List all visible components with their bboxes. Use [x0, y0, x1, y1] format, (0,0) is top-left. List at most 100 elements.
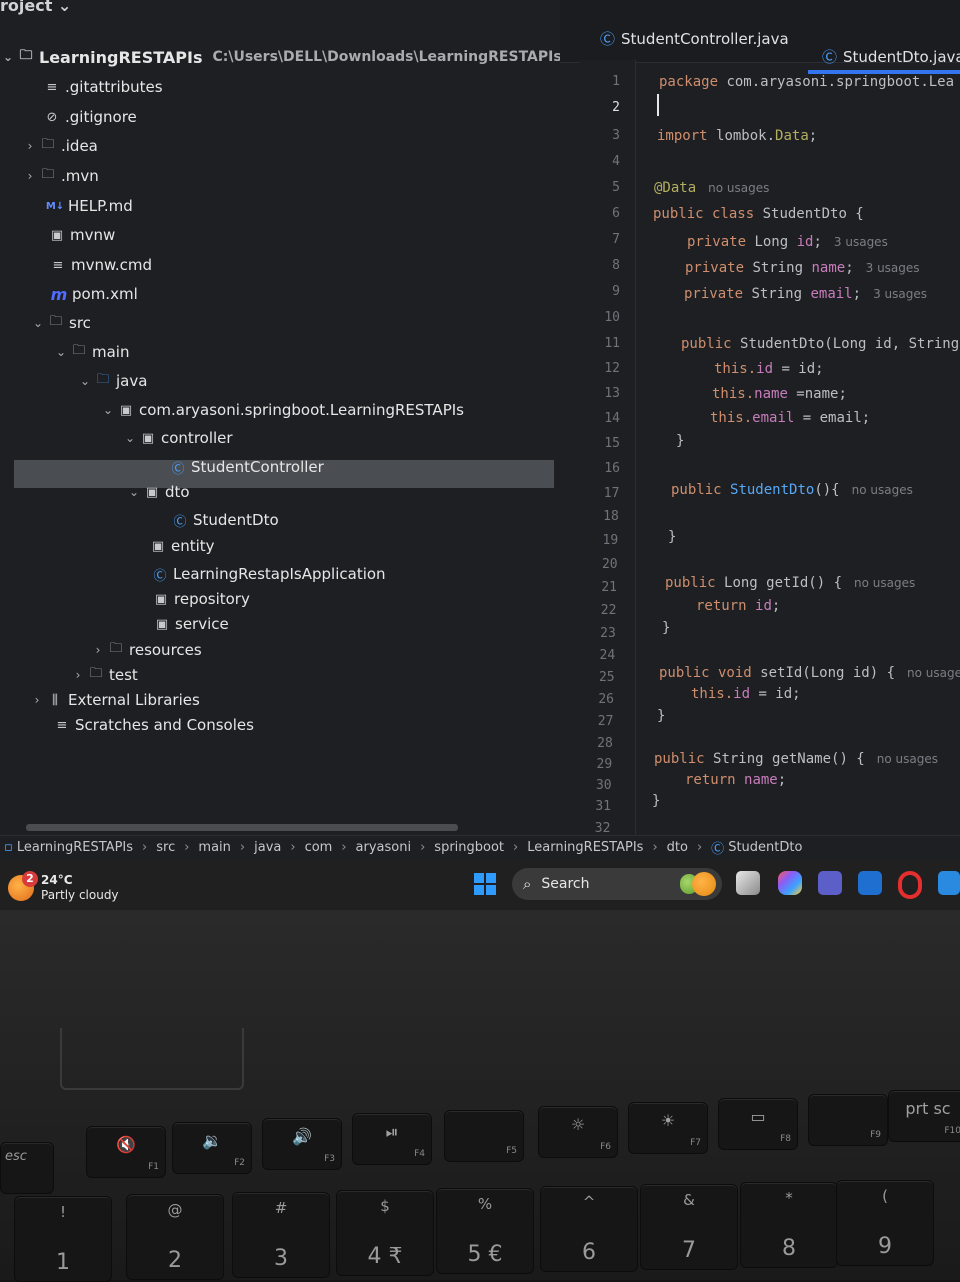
teams-icon[interactable]	[818, 871, 842, 895]
folder-icon: 🗀	[41, 167, 55, 182]
function-key: prt sc F10	[888, 1090, 960, 1142]
breadcrumb-item[interactable]: springboot	[434, 840, 504, 855]
code-line-8[interactable]: private String name; 3 usages	[685, 260, 920, 276]
windows-start-icon[interactable]	[474, 873, 496, 895]
code-line-21[interactable]: public Long getId() {no usages	[665, 575, 915, 591]
breadcrumb-item[interactable]: main	[198, 840, 230, 855]
scratches-icon: ≡	[56, 717, 68, 733]
code-line-23[interactable]: }	[662, 620, 670, 636]
tab-student-controller[interactable]: Ⓒ StudentController.java	[600, 28, 789, 49]
tree-item-pom-xml[interactable]: m pom.xml	[49, 281, 138, 307]
chevron-right-icon[interactable]: ›	[22, 169, 38, 183]
code-line-25[interactable]: public void setId(Long id) {no usages	[659, 665, 960, 681]
line-number: 24	[599, 648, 616, 663]
tree-item-test[interactable]: › 🗀 test	[70, 662, 138, 688]
tree-item-idea[interactable]: › 🗀 .idea	[22, 133, 98, 159]
code-line-1[interactable]: package com.aryasoni.springboot.Lea	[659, 74, 954, 90]
folder-icon: 🗀	[89, 666, 103, 681]
code-line-22[interactable]: return id;	[696, 598, 780, 614]
tree-item-gitignore[interactable]: ⊘ .gitignore	[42, 104, 137, 130]
chevron-right-icon[interactable]: ›	[29, 693, 45, 707]
breadcrumb-item[interactable]: dto	[667, 840, 688, 855]
code-line-6[interactable]: public class StudentDto {	[653, 206, 864, 222]
chevron-down-icon[interactable]: ⌄	[30, 316, 46, 330]
code-line-19[interactable]: }	[668, 529, 676, 545]
tree-item-mvn[interactable]: › 🗀 .mvn	[22, 163, 99, 189]
task-view-icon[interactable]	[736, 871, 760, 895]
chevron-right-icon[interactable]: ›	[90, 643, 106, 657]
line-number: 1	[612, 74, 620, 89]
vscode-icon[interactable]	[938, 871, 960, 895]
code-line-27[interactable]: }	[657, 708, 665, 724]
code-line-26[interactable]: this.id = id;	[691, 686, 801, 702]
code-line-5[interactable]: @Data no usages	[654, 180, 769, 196]
code-line-31[interactable]: }	[652, 793, 660, 809]
tree-item-entity[interactable]: ▣ entity	[148, 533, 215, 559]
weather-widget[interactable]: 2 24°C Partly cloudy	[8, 871, 119, 903]
chevron-down-icon[interactable]: ⌄	[126, 485, 142, 499]
breadcrumb-item[interactable]: java	[254, 840, 281, 855]
tree-item-application[interactable]: Ⓒ LearningRestapIsApplication	[150, 561, 385, 587]
taskbar-search[interactable]: ⌕ Search	[512, 868, 722, 900]
tree-item-java[interactable]: ⌄ 🗀 java	[77, 368, 147, 394]
chevron-right-icon[interactable]: ›	[22, 139, 38, 153]
tree-item-help-md[interactable]: M↓ HELP.md	[45, 193, 133, 219]
outlook-icon[interactable]	[858, 871, 882, 895]
code-line-7[interactable]: private Long id; 3 usages	[687, 234, 888, 250]
tree-item-resources[interactable]: › 🗀 resources	[90, 637, 202, 663]
line-number: 31	[595, 799, 611, 814]
code-line-3[interactable]: import lombok.Data;	[657, 128, 817, 144]
code-line-12[interactable]: this.id = id;	[714, 361, 824, 377]
copilot-icon[interactable]	[778, 871, 802, 895]
opera-icon[interactable]	[898, 871, 922, 899]
code-line-11[interactable]: public StudentDto(Long id, String	[681, 336, 959, 352]
breadcrumb-item[interactable]: aryasoni	[356, 840, 412, 855]
code-line-29[interactable]: public String getName() {no usages	[654, 751, 938, 767]
text-file-icon: ≡	[52, 257, 64, 273]
tree-item-student-controller[interactable]: Ⓒ StudentController	[168, 454, 323, 480]
tree-item-gitattributes[interactable]: ≡ .gitattributes	[42, 74, 163, 100]
tree-item-service[interactable]: ▣ service	[152, 611, 229, 637]
breadcrumb-item[interactable]: com	[305, 840, 333, 855]
search-highlight-icon	[692, 872, 716, 896]
code-line-17[interactable]: public StudentDto(){no usages	[671, 482, 913, 498]
tree-horizontal-scrollbar[interactable]	[26, 824, 458, 831]
tree-item-controller[interactable]: ⌄ ▣ controller	[122, 425, 233, 451]
chevron-down-icon[interactable]: ⌄	[122, 431, 138, 445]
package-icon: ▣	[145, 484, 159, 500]
tree-item-scratches[interactable]: ≡ Scratches and Consoles	[52, 712, 254, 738]
library-icon: ⫼	[52, 692, 58, 708]
tree-item-repository[interactable]: ▣ repository	[151, 586, 250, 612]
tab-student-dto[interactable]: Ⓒ StudentDto.java	[822, 46, 960, 67]
code-line-14[interactable]: this.email = email;	[710, 410, 870, 426]
project-panel-header[interactable]: roject ⌄	[0, 0, 71, 15]
tree-item-external-libraries[interactable]: › ⫼ External Libraries	[29, 687, 200, 713]
tree-item-mvnw[interactable]: ▣ mvnw	[47, 222, 115, 248]
code-line-30[interactable]: return name;	[685, 772, 786, 788]
chevron-right-icon[interactable]: ›	[70, 668, 86, 682]
chevron-down-icon[interactable]: ⌄	[53, 345, 69, 359]
tree-root[interactable]: ⌄ 🗀 LearningRESTAPIs C:\Users\DELL\Downl…	[0, 44, 613, 70]
tree-item-src[interactable]: ⌄ 🗀 src	[30, 310, 91, 336]
tree-item-mvnw-cmd[interactable]: ≡ mvnw.cmd	[48, 252, 153, 278]
code-line-13[interactable]: this.name =name;	[712, 386, 847, 402]
tree-item-dto[interactable]: ⌄ ▣ dto	[126, 479, 190, 505]
breadcrumb-item[interactable]: StudentDto	[728, 840, 802, 855]
chevron-down-icon[interactable]: ⌄	[77, 374, 93, 388]
code-line-15[interactable]: }	[676, 433, 684, 449]
ignore-file-icon: ⊘	[46, 109, 58, 125]
search-label: Search	[541, 876, 590, 892]
breadcrumb-item[interactable]: src	[156, 840, 175, 855]
breadcrumb-item[interactable]: LearningRESTAPIs	[17, 840, 133, 855]
chevron-down-icon[interactable]: ⌄	[0, 50, 16, 64]
chevron-down-icon[interactable]: ⌄	[100, 403, 116, 417]
tree-item-package[interactable]: ⌄ ▣ com.aryasoni.springboot.LearningRESTAP…	[100, 397, 464, 423]
tree-item-student-dto[interactable]: Ⓒ StudentDto	[170, 507, 278, 533]
line-number: 25	[598, 670, 615, 685]
code-line-9[interactable]: private String email; 3 usages	[684, 286, 927, 302]
tree-item-main[interactable]: ⌄ 🗀 main	[53, 339, 130, 365]
number-key: & 7	[640, 1184, 738, 1270]
line-number: 11	[604, 336, 620, 351]
breadcrumb-item[interactable]: LearningRESTAPIs	[527, 840, 643, 855]
number-key: % 5 €	[436, 1188, 534, 1274]
